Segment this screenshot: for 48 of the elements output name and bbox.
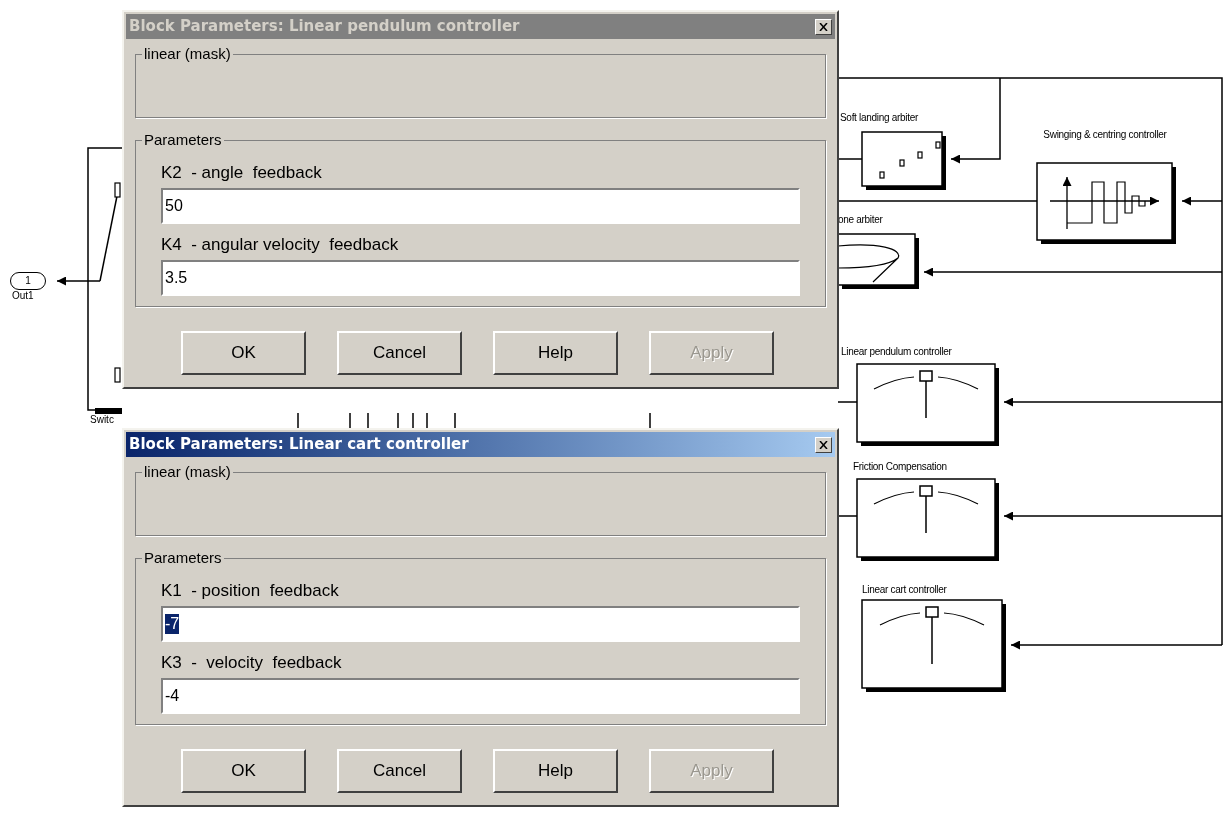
dialog-button[interactable]: OK — [181, 331, 306, 375]
dialog-button[interactable]: Help — [493, 331, 618, 375]
input-field[interactable]: -4 — [161, 678, 800, 714]
window-title: Block Parameters: Linear pendulum controller — [129, 16, 520, 38]
dialog-button[interactable]: Cancel — [337, 331, 462, 375]
block-label: one arbiter — [838, 213, 883, 226]
block-label: Swinging & centring controller — [1042, 128, 1168, 141]
close-icon — [819, 22, 828, 31]
block-label: Linear pendulum controller — [841, 345, 952, 358]
signal-line — [349, 412, 351, 431]
dialog-button[interactable]: Cancel — [337, 749, 462, 793]
signal-line — [426, 412, 428, 431]
dialog-button[interactable]: Help — [493, 749, 618, 793]
close-button[interactable] — [815, 436, 832, 453]
outport-block[interactable]: 1 — [10, 272, 46, 290]
parameter-label: K3 - velocity feedback — [161, 653, 343, 673]
switch-port — [114, 367, 121, 383]
subsystem-block[interactable] — [861, 131, 946, 190]
parameter-label: K4 - angular velocity feedback — [161, 235, 400, 255]
subsystem-block[interactable] — [837, 233, 919, 289]
block-label: Linear cart controller — [862, 583, 947, 596]
parameter-label: K2 - angle feedback — [161, 163, 323, 183]
window-title: Block Parameters: Linear cart controller — [129, 434, 469, 456]
block-label: Soft landing arbiter — [840, 111, 918, 124]
parameter-label: K1 - position feedback — [161, 581, 340, 601]
signal-line — [412, 412, 414, 431]
input-field[interactable]: 50 — [161, 188, 800, 224]
signal-line — [367, 412, 369, 431]
gain-block[interactable] — [856, 363, 999, 446]
close-icon — [819, 440, 828, 449]
subsystem-block[interactable] — [1036, 162, 1176, 244]
input-field[interactable]: 3.5 — [161, 260, 800, 296]
signal-line — [454, 412, 456, 431]
switch-port — [114, 182, 121, 198]
gain-block[interactable] — [856, 478, 999, 561]
block-label: Out1 — [12, 291, 34, 301]
group-label: linear (mask) — [142, 45, 233, 63]
block-label: Friction Compensation — [853, 460, 947, 473]
signal-line — [397, 412, 399, 431]
input-field[interactable]: -7 — [161, 606, 800, 642]
gain-block[interactable] — [861, 599, 1006, 692]
group-label: linear (mask) — [142, 463, 233, 481]
close-button[interactable] — [815, 18, 832, 35]
switch-block[interactable] — [95, 408, 122, 414]
signal-line — [297, 412, 299, 431]
signal-line — [649, 412, 651, 431]
block-label: Switc — [90, 415, 114, 425]
dialog-button[interactable]: OK — [181, 749, 306, 793]
